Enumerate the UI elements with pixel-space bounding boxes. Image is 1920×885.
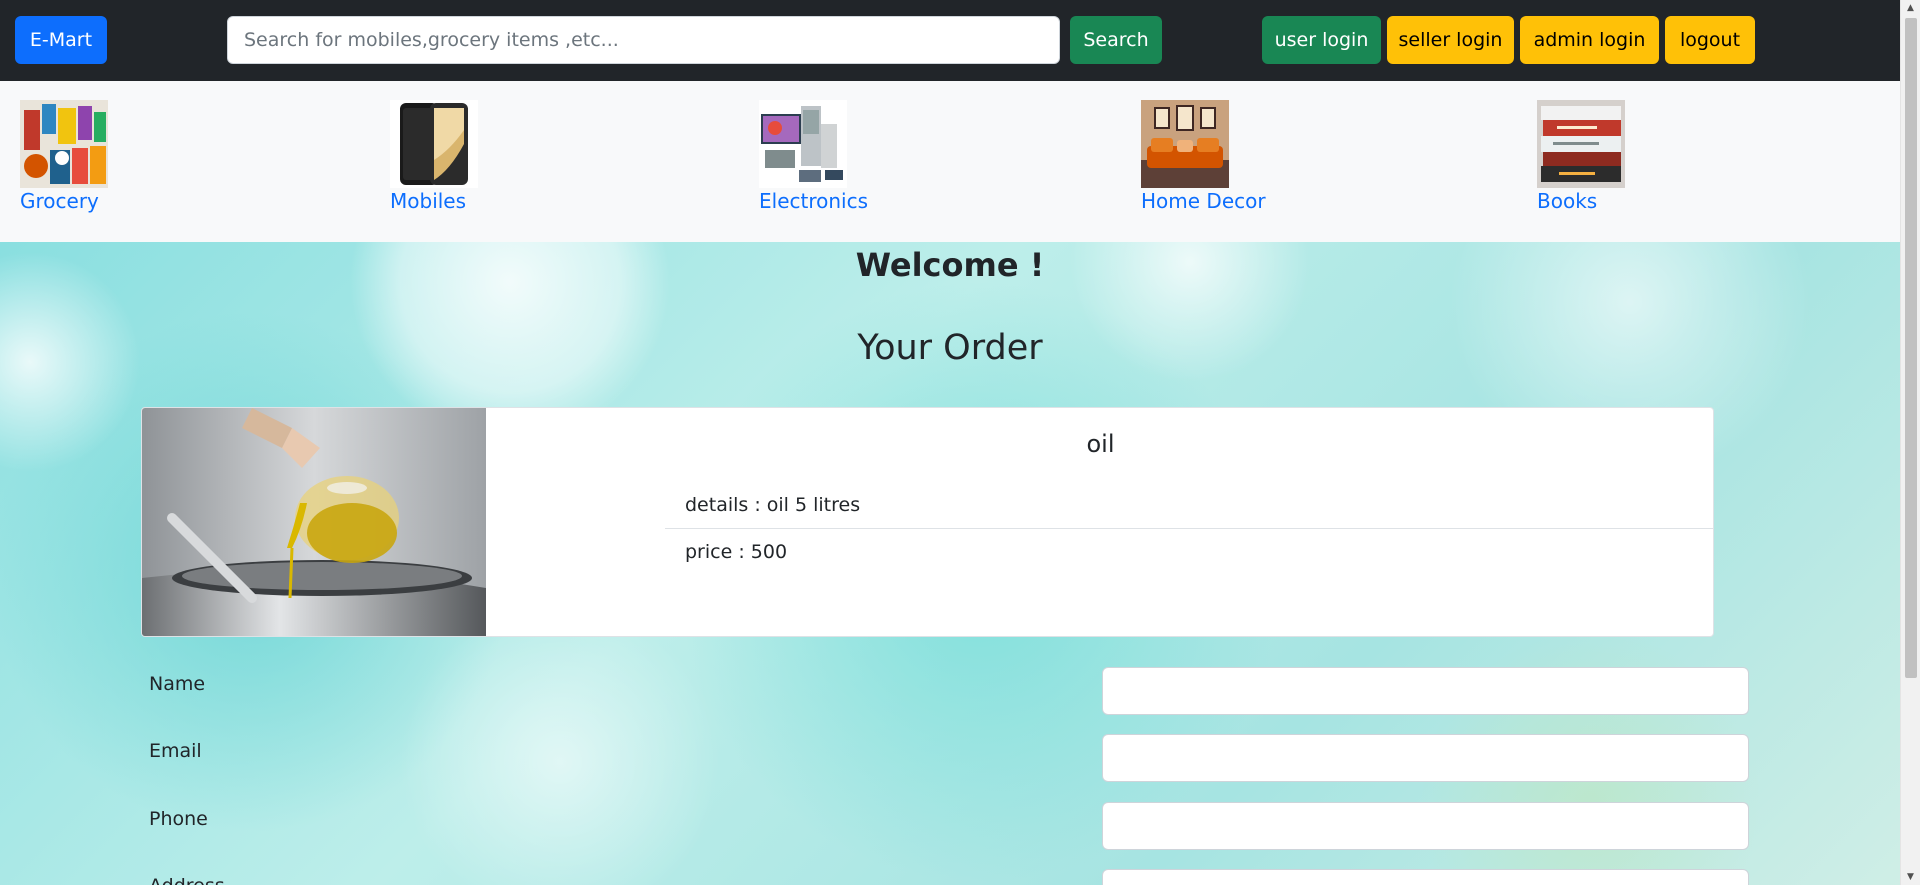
welcome-heading: Welcome !	[855, 246, 1045, 284]
address-label: Address	[149, 872, 225, 885]
category-label[interactable]: Grocery	[20, 189, 108, 213]
product-name: oil	[1086, 430, 1115, 458]
email-input[interactable]	[1102, 734, 1749, 782]
scroll-down-arrow-icon[interactable]: ▼	[1901, 869, 1920, 885]
category-grocery[interactable]: Grocery	[20, 100, 108, 213]
product-price: price : 500	[665, 528, 1713, 575]
brand-button[interactable]: E-Mart	[15, 16, 107, 64]
mobile-phone-icon[interactable]	[390, 100, 478, 188]
search-input[interactable]	[227, 16, 1060, 64]
category-electronics[interactable]: Electronics	[759, 100, 868, 213]
order-card: oil details : oil 5 litres price : 500	[141, 407, 1714, 637]
category-mobiles[interactable]: Mobiles	[390, 100, 478, 213]
category-label[interactable]: Books	[1537, 189, 1625, 213]
search-button[interactable]: Search	[1070, 16, 1162, 64]
product-image	[142, 408, 486, 636]
name-row: Name	[149, 667, 1749, 715]
home-decor-icon[interactable]	[1141, 100, 1229, 188]
phone-row: Phone	[149, 802, 1749, 850]
category-label[interactable]: Home Decor	[1141, 189, 1266, 213]
books-icon[interactable]	[1537, 100, 1625, 188]
product-detail-list: details : oil 5 litres price : 500	[665, 482, 1713, 575]
scroll-up-arrow-icon[interactable]: ▲	[1901, 0, 1920, 16]
category-home-decor[interactable]: Home Decor	[1141, 100, 1266, 213]
email-row: Email	[149, 734, 1749, 782]
name-input[interactable]	[1102, 667, 1749, 715]
address-input[interactable]	[1102, 869, 1749, 885]
category-books[interactable]: Books	[1537, 100, 1625, 213]
grocery-icon[interactable]	[20, 100, 108, 188]
vertical-scrollbar[interactable]: ▲ ▼	[1900, 0, 1920, 885]
user-login-button[interactable]: user login	[1262, 16, 1381, 64]
electronics-icon[interactable]	[759, 100, 847, 188]
seller-login-button[interactable]: seller login	[1387, 16, 1514, 64]
name-label: Name	[149, 673, 206, 695]
product-details: details : oil 5 litres	[685, 494, 861, 516]
address-row: Address	[149, 869, 1749, 885]
email-label: Email	[149, 740, 202, 762]
phone-label: Phone	[149, 808, 208, 830]
category-label[interactable]: Electronics	[759, 189, 868, 213]
category-label[interactable]: Mobiles	[390, 189, 478, 213]
your-order-heading: Your Order	[857, 328, 1043, 368]
phone-input[interactable]	[1102, 802, 1749, 850]
category-bar: Grocery Mobiles Electronics Home Decor B…	[0, 81, 1900, 242]
admin-login-button[interactable]: admin login	[1520, 16, 1659, 64]
top-navbar: E-Mart Search user login seller login ad…	[0, 0, 1900, 81]
logout-button[interactable]: logout	[1665, 16, 1755, 64]
scrollbar-thumb[interactable]	[1905, 18, 1917, 678]
main-content: Welcome ! Your Order oil details: oil 5…	[0, 242, 1900, 885]
